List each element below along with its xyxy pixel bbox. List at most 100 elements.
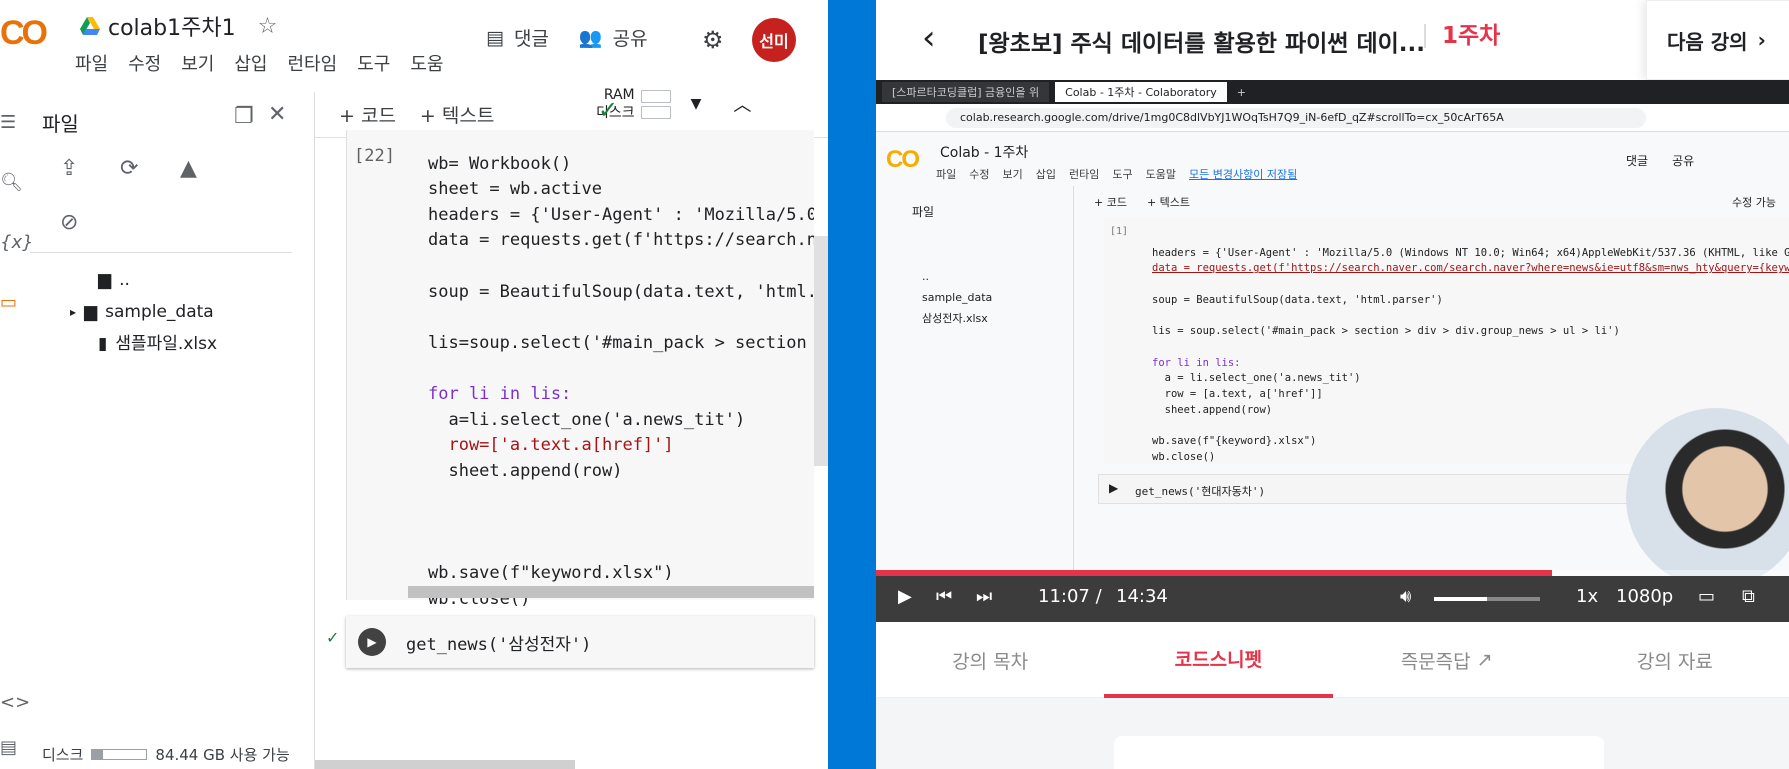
gear-icon[interactable]: ⚙ xyxy=(702,26,724,54)
divider xyxy=(30,252,292,253)
tab-materials[interactable]: 강의 자료 xyxy=(1561,622,1789,698)
run-success-icon: ✓ xyxy=(326,628,340,647)
menu-insert[interactable]: 삽입 xyxy=(234,50,267,76)
lecture-player: ‹ [왕초보] 주식 데이터를 활용한 파이썬 데이... 1주차 다음 강의 ›… xyxy=(876,0,1789,769)
menu-icon[interactable]: ☰ xyxy=(0,112,16,133)
code-editor[interactable]: wb= Workbook() sheet = wb.active headers… xyxy=(428,126,814,612)
next-icon[interactable]: ⏭ xyxy=(976,586,992,607)
tab-lecture-index[interactable]: 강의 목차 xyxy=(876,622,1104,698)
share-button[interactable]: 👥 공유 xyxy=(579,24,648,51)
tree-item-parent[interactable]: ▆.. xyxy=(40,264,217,296)
browser-tabs: [스파르타코딩클럽] 금융인을 위 Colab - 1주차 - Colabora… xyxy=(876,80,1789,104)
volume-slider[interactable] xyxy=(1434,597,1540,601)
upload-icon[interactable]: ⇪ xyxy=(60,156,78,181)
chevron-up-icon[interactable]: ︿ xyxy=(733,91,751,117)
tab-qna[interactable]: 즉문즉답 ↗ xyxy=(1333,622,1561,698)
avatar[interactable]: 선미 xyxy=(752,18,796,62)
duration: 14:34 xyxy=(1116,586,1168,607)
inner-notebook-title: Colab - 1주차 xyxy=(940,145,1029,161)
inner-edit-mode: 수정 가능 xyxy=(1732,196,1776,209)
run-cell-button[interactable]: ▶ xyxy=(358,628,386,656)
people-icon: 👥 xyxy=(578,27,603,49)
notebook-title-row: colab1주차1 ☆ xyxy=(80,10,277,42)
new-window-icon[interactable]: ❐ xyxy=(234,104,254,129)
bottom-scrollbar[interactable] xyxy=(315,760,575,769)
external-link-icon: ↗ xyxy=(1476,649,1493,671)
disk-status: 디스크 84.44 GB 사용 가능 xyxy=(42,746,290,764)
hide-icon[interactable]: ⊘ xyxy=(60,210,78,235)
comment-icon: ▤ xyxy=(486,26,504,49)
file-icon: ▮ xyxy=(98,334,108,354)
new-tab-icon: + xyxy=(1236,85,1246,99)
disk-usage-bar xyxy=(91,749,148,760)
current-time: 11:07 / xyxy=(1038,586,1102,607)
close-icon[interactable]: ✕ xyxy=(268,102,286,127)
chevron-down-icon[interactable]: ▼ xyxy=(691,96,702,112)
tree-item-xlsx[interactable]: ▮ 샘플파일.xlsx xyxy=(40,328,217,360)
lecture-tabs: 강의 목차 코드스니펫 즉문즉답 ↗ 강의 자료 xyxy=(876,622,1789,698)
files-panel: 파일 ❐ ✕ ⇪ ⟳ ▲ ⊘ ▆.. ▸ ▆ sample_data ▮ 샘플파일.x… xyxy=(30,92,315,769)
volume-icon[interactable]: 🔊︎ xyxy=(1400,586,1411,607)
menu-help[interactable]: 도움 xyxy=(410,50,443,76)
horizontal-scrollbar[interactable] xyxy=(408,586,814,598)
connected-check-icon: ✓ xyxy=(598,96,619,124)
drive-icon xyxy=(80,17,100,35)
terminal-icon[interactable]: ▤ xyxy=(0,737,17,758)
comment-button[interactable]: ▤ 댓글 xyxy=(486,24,549,51)
folder-icon[interactable]: ▭ xyxy=(0,292,17,313)
add-text-button[interactable]: + 텍스트 xyxy=(420,101,494,128)
inner-files-title: 파일 xyxy=(912,205,935,219)
disk-bar xyxy=(640,105,671,119)
inner-header-actions: 댓글 공유 xyxy=(1626,154,1695,168)
previous-icon[interactable]: ⏮ xyxy=(936,586,952,607)
menu-file[interactable]: 파일 xyxy=(75,50,108,76)
tree-item-sample-data[interactable]: ▸ ▆ sample_data xyxy=(40,296,217,328)
volume-fill xyxy=(1434,597,1487,601)
search-icon[interactable]: 🔍︎ xyxy=(0,172,23,193)
inner-exec-count: [1] xyxy=(1110,226,1129,237)
mount-drive-icon[interactable]: ▲ xyxy=(180,156,197,181)
inner-colab-logo: CO xyxy=(886,146,920,173)
tab-code-snippet[interactable]: 코드스니펫 xyxy=(1104,622,1333,698)
ram-bar xyxy=(640,89,671,103)
left-rail: ☰ 🔍︎ {x} ▭ <> ▤ xyxy=(0,92,34,769)
menu-bar: 파일 수정 보기 삽입 런타임 도구 도움 xyxy=(75,50,443,76)
menu-runtime[interactable]: 런타임 xyxy=(288,50,338,76)
folder-icon: ▆ xyxy=(84,302,98,322)
play-icon[interactable]: ▶ xyxy=(898,586,912,607)
execution-count: [22] xyxy=(354,146,395,166)
resource-indicator[interactable]: RAM 디스크 ▼ ︿ xyxy=(596,86,751,122)
browser-tab: [스파르타코딩클럽] 금융인을 위 xyxy=(882,82,1050,102)
add-code-button[interactable]: + 코드 xyxy=(339,101,396,128)
colab-window: CO colab1주차1 ☆ 파일 수정 보기 삽입 런타임 도구 도움 ▤ 댓글… xyxy=(0,0,828,769)
files-title: 파일 xyxy=(42,112,79,136)
cell-code[interactable]: get_news('삼성전자') xyxy=(406,630,591,655)
notebook-title[interactable]: colab1주차1 xyxy=(108,10,236,42)
lecture-title: [왕초보] 주식 데이터를 활용한 파이썬 데이... xyxy=(978,31,1425,57)
colab-logo[interactable]: CO xyxy=(0,14,48,53)
pip-icon[interactable]: ⧉ xyxy=(1742,586,1755,607)
code-cell-2[interactable]: ▶ get_news('삼성전자') xyxy=(346,616,814,668)
refresh-folder-icon[interactable]: ⟳ xyxy=(120,156,138,181)
menu-edit[interactable]: 수정 xyxy=(128,50,161,76)
code-snippets-icon[interactable]: <> xyxy=(0,692,30,713)
chevron-right-icon[interactable]: ▸ xyxy=(70,296,76,328)
content-card xyxy=(1114,736,1604,769)
menu-tools[interactable]: 도구 xyxy=(357,50,390,76)
vertical-scrollbar[interactable] xyxy=(814,236,828,466)
inner-files-panel xyxy=(876,186,1074,622)
inner-toolbar: + 코드 + 텍스트 xyxy=(1094,196,1191,209)
inner-menu: 파일 수정 보기 삽입 런타임 도구 도움말 모든 변경사항이 저장됨 xyxy=(936,168,1298,181)
star-icon[interactable]: ☆ xyxy=(258,14,278,39)
browser-address-bar: colab.research.google.com/drive/1mg0C8dl… xyxy=(876,104,1789,132)
video-controls: ▶ ⏮ ⏭ 11:07 / 14:34 🔊︎ 1x 1080p ▭ ⧉ xyxy=(876,576,1789,622)
speed-button[interactable]: 1x xyxy=(1576,586,1598,607)
subtitles-icon[interactable]: ▭ xyxy=(1698,586,1715,607)
quality-button[interactable]: 1080p xyxy=(1616,586,1673,607)
next-lecture-button[interactable]: 다음 강의 › xyxy=(1646,0,1789,80)
window-divider xyxy=(828,0,876,769)
menu-view[interactable]: 보기 xyxy=(181,50,214,76)
browser-tab-active: Colab - 1주차 - Colaboratory xyxy=(1055,82,1227,102)
back-icon[interactable]: ‹ xyxy=(922,18,936,58)
variables-icon[interactable]: {x} xyxy=(0,232,34,253)
